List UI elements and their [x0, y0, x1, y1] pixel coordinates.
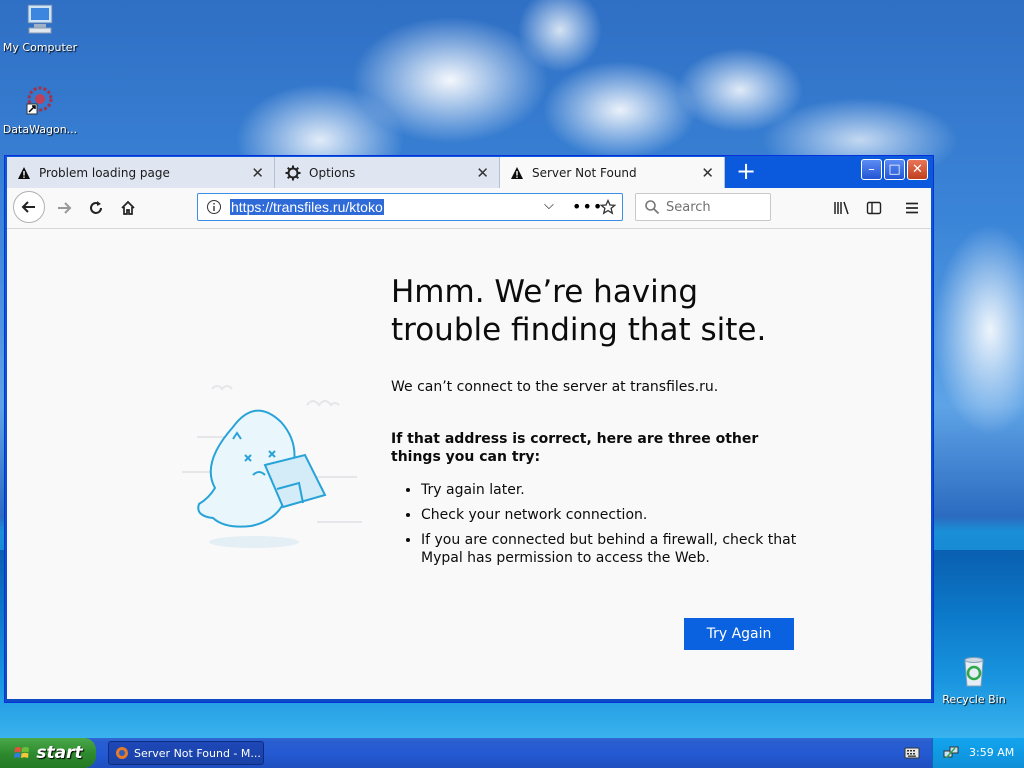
info-icon[interactable] [206, 199, 222, 215]
desktop-icon-label: DataWagon... [2, 123, 78, 136]
reload-button[interactable] [81, 194, 111, 222]
page-content: Hmm. We’re having trouble finding that s… [7, 229, 931, 699]
close-tab-icon[interactable]: ✕ [476, 164, 489, 182]
close-tab-icon[interactable]: ✕ [701, 164, 714, 182]
start-label: start [36, 743, 83, 763]
error-heading: Hmm. We’re having trouble finding that s… [391, 274, 767, 348]
warning-icon [18, 166, 30, 179]
tab-label: Options [309, 165, 356, 180]
warning-icon [511, 166, 523, 179]
system-tray: 3:59 AM [932, 738, 1024, 768]
new-tab-button[interactable]: + [732, 158, 760, 186]
reload-icon [90, 201, 102, 214]
windows-logo-icon [14, 747, 30, 758]
menu-button[interactable] [897, 194, 927, 222]
list-item: Check your network connection. [421, 506, 801, 524]
tab-label: Problem loading page [39, 165, 170, 180]
dinosaur-illustration [182, 385, 362, 548]
taskbar-item-label: Server Not Found - M... [134, 746, 261, 760]
url-text[interactable]: https://transfiles.ru/ktoko [230, 199, 384, 215]
browser-window: Problem loading page ✕ Options ✕ Server … [4, 155, 934, 703]
close-tab-icon[interactable]: ✕ [251, 164, 264, 182]
datawagon-icon [26, 86, 53, 115]
hamburger-menu-icon [906, 202, 918, 214]
clock[interactable]: 3:59 AM [969, 746, 1014, 759]
taskbar-item-browser[interactable]: Server Not Found - M... [108, 741, 264, 765]
tab-problem-loading[interactable]: Problem loading page ✕ [7, 157, 275, 188]
keyboard-icon[interactable] [904, 746, 920, 760]
tips-heading: If that address is correct, here are thr… [391, 431, 759, 465]
error-description: We can’t connect to the server at transf… [391, 379, 719, 395]
recycle-bin-icon [964, 657, 984, 687]
start-button[interactable]: start [0, 738, 96, 768]
bookmark-star-icon[interactable] [600, 199, 616, 215]
desktop-icon-my-computer[interactable]: My Computer [0, 2, 80, 54]
search-icon [645, 200, 660, 215]
maximize-button[interactable]: □ [884, 159, 905, 180]
forward-arrow-icon [58, 202, 72, 214]
close-window-button[interactable]: ✕ [907, 159, 928, 180]
library-icon [834, 201, 849, 215]
tab-label: Server Not Found [532, 165, 637, 180]
search-placeholder: Search [666, 199, 711, 215]
forward-button[interactable] [49, 194, 79, 222]
library-button[interactable] [827, 194, 857, 222]
try-again-button[interactable]: Try Again [684, 618, 794, 650]
gear-icon [285, 165, 301, 180]
back-button[interactable] [13, 191, 45, 223]
home-button[interactable] [113, 194, 143, 222]
desktop-icon-label: Recycle Bin [942, 693, 1006, 706]
sidebar-icon [866, 201, 882, 215]
back-arrow-icon [21, 201, 35, 213]
url-bar[interactable]: https://transfiles.ru/ktoko ⌵ ••• [197, 193, 623, 221]
search-box[interactable]: Search [635, 193, 771, 221]
desktop-icon-recycle-bin[interactable]: Recycle Bin [934, 654, 1014, 706]
chevron-down-icon[interactable]: ⌵ [544, 198, 554, 213]
network-icon[interactable] [943, 745, 959, 761]
computer-icon [27, 4, 53, 34]
tab-options[interactable]: Options ✕ [275, 157, 500, 188]
desktop-icon-label: My Computer [2, 41, 78, 54]
tab-bar: Problem loading page ✕ Options ✕ Server … [7, 156, 931, 188]
list-item: If you are connected but behind a firewa… [421, 531, 801, 567]
tips-list: Try again later. Check your network conn… [401, 481, 801, 574]
page-actions-icon[interactable]: ••• [572, 197, 603, 216]
browser-app-icon [116, 747, 128, 759]
list-item: Try again later. [421, 481, 801, 499]
navigation-toolbar: https://transfiles.ru/ktoko ⌵ ••• Search [7, 188, 931, 229]
home-icon [121, 200, 135, 215]
tab-server-not-found[interactable]: Server Not Found ✕ [500, 157, 725, 188]
minimize-button[interactable]: – [861, 159, 882, 180]
desktop-icon-datawagon[interactable]: DataWagon... [0, 84, 80, 136]
taskbar: start Server Not Found - M... 3:59 AM [0, 738, 1024, 768]
sidebar-button[interactable] [859, 194, 889, 222]
